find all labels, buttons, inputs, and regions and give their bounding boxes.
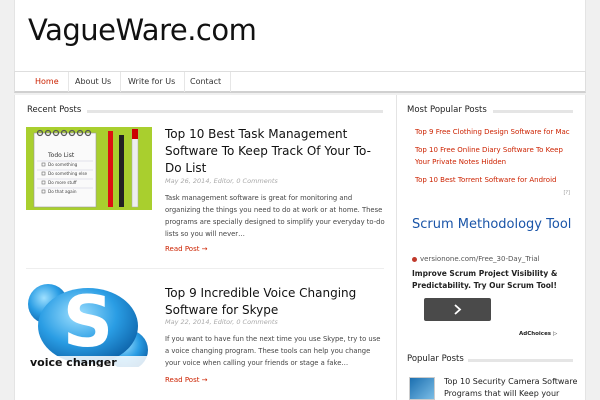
read-post-link[interactable]: Read Post → bbox=[165, 245, 208, 253]
chevron-right-icon bbox=[454, 304, 462, 315]
post-thumbnail-voice-changer[interactable]: S voice changer bbox=[26, 284, 152, 367]
heading-rule bbox=[493, 110, 573, 113]
popular-posts-heading: Popular Posts bbox=[407, 354, 464, 364]
nav-item-write-for-us[interactable]: Write for Us bbox=[119, 72, 186, 92]
todo-heading: Todo List bbox=[47, 152, 75, 159]
post-title-voice-changing[interactable]: Top 9 Incredible Voice Changing Software… bbox=[165, 285, 385, 319]
site-header: VagueWare.com bbox=[14, 0, 586, 71]
ad-info-marker[interactable]: [?] bbox=[563, 190, 570, 196]
voice-changer-caption: voice changer bbox=[30, 356, 117, 367]
most-popular-heading: Most Popular Posts bbox=[407, 105, 487, 115]
todo-item: Do something bbox=[48, 162, 78, 167]
popular-link[interactable]: Top 10 Best Torrent Software for Android bbox=[415, 174, 580, 186]
popular-post-thumbnail[interactable] bbox=[409, 377, 435, 400]
post-title-task-management[interactable]: Top 10 Best Task Management Software To … bbox=[165, 126, 385, 177]
ad-title[interactable]: Scrum Methodology Tool bbox=[412, 217, 571, 233]
todo-item: Do something else bbox=[48, 171, 88, 176]
versionone-logo-icon bbox=[412, 256, 417, 262]
site-title[interactable]: VagueWare.com bbox=[28, 13, 257, 47]
nav-item-home[interactable]: Home bbox=[26, 72, 69, 92]
ad-url: versionone.com/Free_30-Day_Trial bbox=[420, 255, 540, 263]
most-popular-list: Top 9 Free Clothing Design Software for … bbox=[415, 126, 580, 192]
todo-list-image: Todo List Do something Do something else… bbox=[26, 127, 152, 210]
post-excerpt: Task management software is great for mo… bbox=[165, 194, 385, 238]
heading-rule bbox=[87, 110, 383, 113]
advertisement[interactable]: [?] Scrum Methodology Tool versionone.co… bbox=[411, 190, 576, 340]
post-meta: May 22, 2014, Editor, 0 Comments bbox=[165, 318, 278, 326]
popular-post-title[interactable]: Top 10 Security Camera Software Programs… bbox=[444, 376, 579, 400]
skype-logo-image: S voice changer bbox=[26, 284, 152, 367]
read-post-link[interactable]: Read Post → bbox=[165, 376, 208, 384]
todo-item: Do that again bbox=[48, 189, 77, 194]
nav-item-contact[interactable]: Contact bbox=[181, 72, 232, 92]
popular-link[interactable]: Top 10 Free Online Diary Software To Kee… bbox=[415, 144, 580, 168]
main-nav: Home About Us Write for Us Contact bbox=[14, 71, 586, 93]
post-separator bbox=[26, 268, 384, 269]
recent-posts-heading: Recent Posts bbox=[27, 105, 82, 115]
post-excerpt: If you want to have fun the next time yo… bbox=[165, 335, 381, 367]
todo-item: Do more stuff bbox=[48, 180, 77, 185]
sidebar-divider bbox=[396, 95, 397, 400]
post-meta: May 26, 2014, Editor, 0 Comments bbox=[165, 177, 278, 185]
ad-choices-link[interactable]: AdChoices ▷ bbox=[519, 331, 557, 337]
ad-cta-button[interactable] bbox=[424, 298, 491, 321]
nav-item-about-us[interactable]: About Us bbox=[66, 72, 122, 92]
post-thumbnail-task-management[interactable]: Todo List Do something Do something else… bbox=[26, 127, 152, 210]
popular-link[interactable]: Top 9 Free Clothing Design Software for … bbox=[415, 126, 580, 138]
ad-url-row[interactable]: versionone.com/Free_30-Day_Trial bbox=[412, 255, 540, 263]
ad-description: Improve Scrum Project Visibility & Predi… bbox=[412, 269, 558, 290]
svg-text:S: S bbox=[63, 284, 113, 363]
heading-rule bbox=[468, 359, 573, 362]
